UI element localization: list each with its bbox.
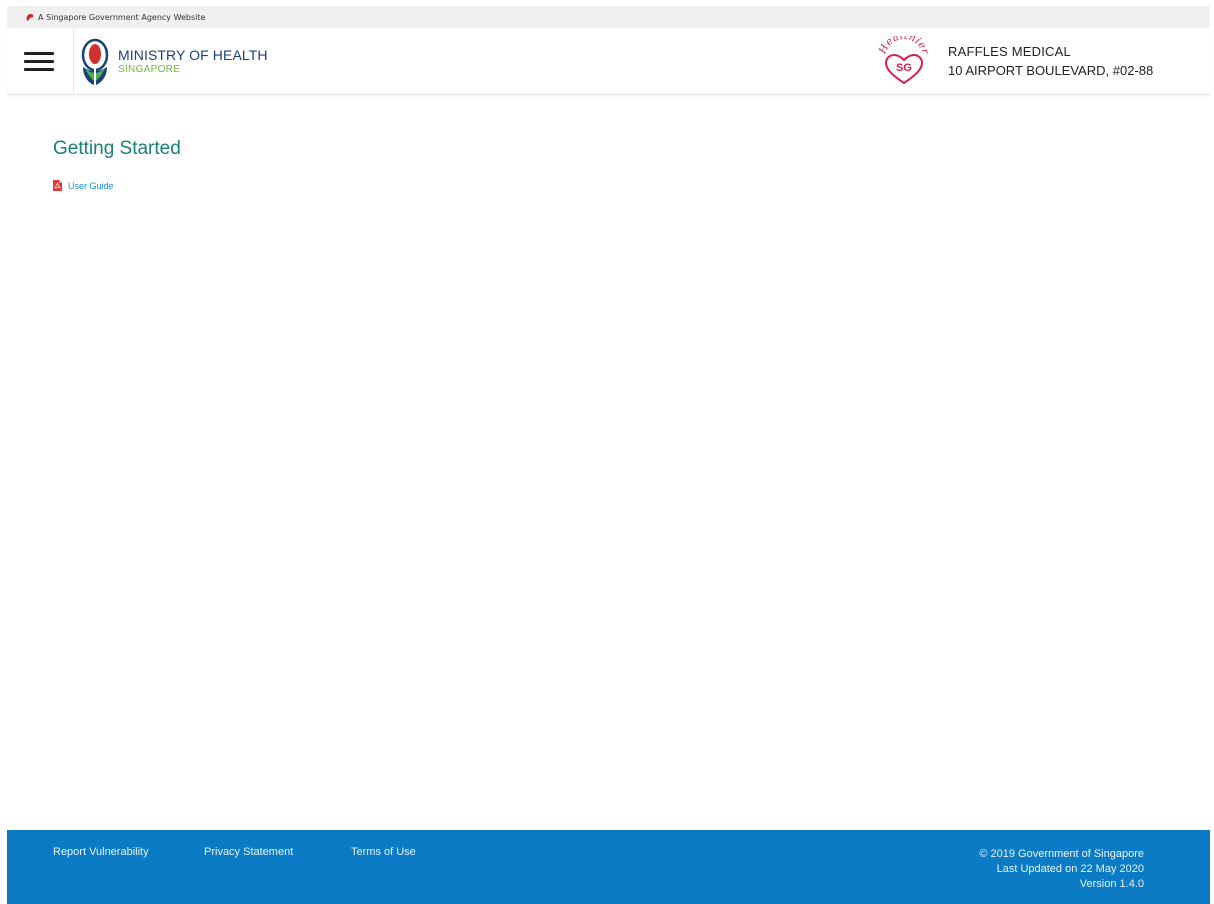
pdf-icon (53, 180, 62, 191)
copyright-text: © 2019 Government of Singapore (979, 848, 1144, 860)
moh-logo-icon[interactable] (80, 37, 110, 87)
healthier-sg-logo-icon: Healthier SG (877, 36, 931, 85)
site-footer: Report Vulnerability Privacy Statement T… (7, 830, 1210, 904)
footer-info: © 2019 Government of Singapore Last Upda… (979, 847, 1144, 892)
lion-head-icon (26, 13, 34, 21)
terms-of-use-link[interactable]: Terms of Use (351, 846, 416, 858)
page-frame: A Singapore Government Agency Website MI… (7, 6, 1210, 904)
hamburger-menu-icon[interactable] (24, 52, 56, 74)
svg-text:Healthier: Healthier (877, 36, 931, 57)
page-title: Getting Started (53, 138, 181, 159)
gov-masthead-text: A Singapore Government Agency Website (38, 12, 206, 22)
version-text: Version 1.4.0 (1079, 878, 1144, 890)
header-divider (73, 28, 74, 95)
agency-title: MINISTRY OF HEALTH (118, 47, 268, 63)
last-updated-text: Last Updated on 22 May 2020 (996, 863, 1144, 875)
report-vulnerability-link[interactable]: Report Vulnerability (53, 846, 149, 858)
clinic-address: 10 AIRPORT BOULEVARD, #02-88 (948, 63, 1154, 78)
user-guide-link[interactable]: User Guide (53, 180, 114, 191)
agency-subtitle: SINGAPORE (118, 64, 181, 75)
clinic-name: RAFFLES MEDICAL (948, 44, 1071, 59)
svg-text:SG: SG (896, 62, 912, 74)
site-header: MINISTRY OF HEALTH SINGAPORE Healthier S… (7, 28, 1210, 95)
privacy-statement-link[interactable]: Privacy Statement (204, 846, 293, 858)
user-guide-label: User Guide (68, 180, 114, 191)
gov-masthead: A Singapore Government Agency Website (7, 6, 1210, 28)
